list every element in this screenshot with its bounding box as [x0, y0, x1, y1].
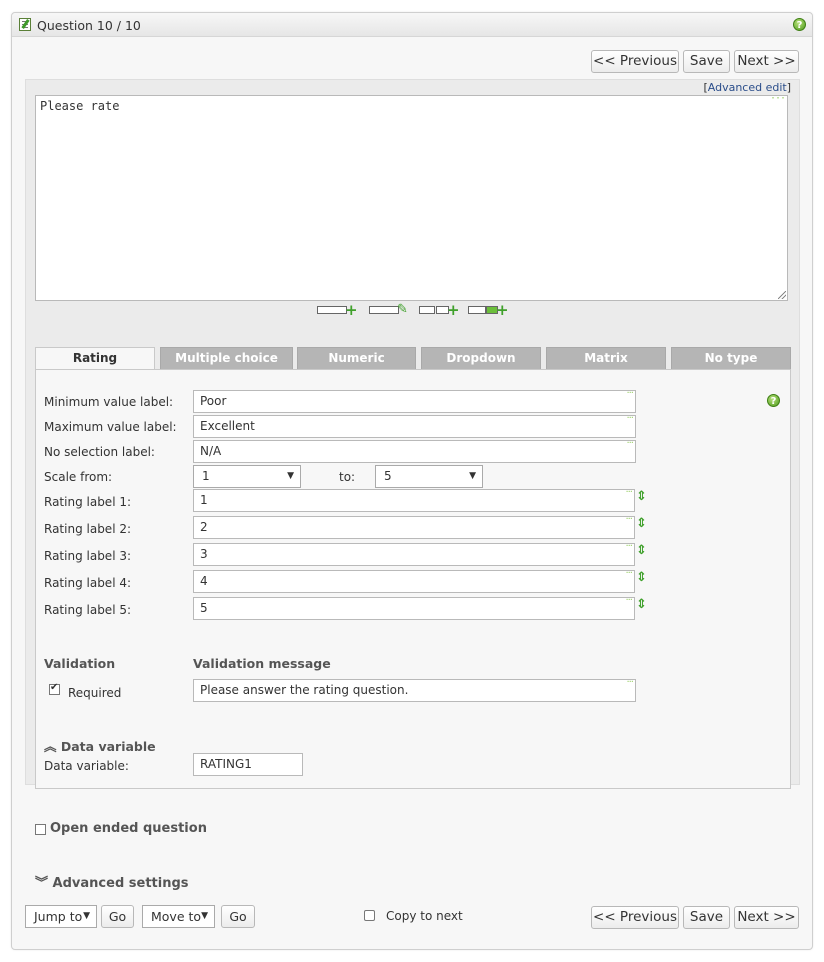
rating-help-icon[interactable]: ? — [767, 394, 780, 407]
reorder-arrows-icon[interactable]: ⇕ — [636, 571, 647, 591]
copy-to-next-checkbox[interactable] — [364, 910, 375, 921]
validation-heading: Validation — [44, 656, 116, 671]
panel-header: Question 10 / 10 ? — [12, 13, 812, 37]
jump-to-select[interactable]: Jump to ▼ — [25, 905, 97, 928]
scale-to-select[interactable]: 5 ▼ — [375, 465, 483, 488]
save-button-bottom[interactable]: Save — [683, 906, 730, 929]
rating-label-5-label: Rating label 5: — [44, 603, 132, 617]
previous-button[interactable]: << Previous — [591, 50, 679, 73]
question-text: Please rate — [40, 99, 120, 113]
scale-from-select[interactable]: 1 ▼ — [193, 465, 301, 488]
rating-label-1-input[interactable]: 1 ··· — [193, 487, 635, 512]
next-button-bottom[interactable]: Next >> — [734, 906, 799, 929]
tab-rating[interactable]: Rating — [35, 347, 155, 370]
move-to-select[interactable]: Move to ▼ — [142, 905, 215, 928]
validation-message-heading: Validation message — [193, 656, 331, 671]
tab-multiple-choice[interactable]: Multiple choice — [160, 347, 293, 369]
rating-label-4-input[interactable]: 4 ··· — [193, 568, 635, 593]
scale-from-label: Scale from: — [44, 470, 113, 484]
rating-label-4-label: Rating label 4: — [44, 576, 132, 590]
add-text-field-icon[interactable]: + — [317, 303, 359, 318]
tab-dropdown[interactable]: Dropdown — [421, 347, 541, 369]
page-title: Question 10 / 10 — [37, 18, 141, 33]
edit-field-icon[interactable]: ✎ — [369, 303, 411, 317]
add-image-field-icon[interactable]: + — [468, 303, 510, 318]
tab-numeric[interactable]: Numeric — [297, 347, 416, 369]
rating-label-5-input[interactable]: 5 ··· — [193, 595, 635, 620]
move-go-button[interactable]: Go — [221, 905, 255, 928]
validation-message-input[interactable]: Please answer the rating question. ··· — [193, 677, 636, 702]
no-selection-input[interactable]: N/A ··· — [193, 438, 636, 463]
advanced-settings-toggle[interactable]: ︾ Advanced settings — [35, 872, 189, 891]
min-value-input[interactable]: Poor ··· — [193, 388, 636, 413]
rating-label-3-input[interactable]: 3 ··· — [193, 541, 635, 566]
scale-to-label: to: — [339, 470, 356, 484]
open-ended-checkbox[interactable] — [35, 824, 46, 835]
previous-button-bottom[interactable]: << Previous — [591, 906, 679, 929]
data-variable-input[interactable]: RATING1 — [193, 753, 303, 776]
max-value-input[interactable]: Excellent ··· — [193, 413, 636, 438]
copy-to-next-label: Copy to next — [386, 909, 463, 923]
data-variable-label: Data variable: — [44, 759, 129, 773]
jump-go-button[interactable]: Go — [101, 905, 134, 928]
question-text-area[interactable]: Please rate ··· — [35, 93, 788, 301]
edit-question-icon — [19, 18, 31, 31]
min-value-label: Minimum value label: — [44, 395, 174, 409]
reorder-arrows-icon[interactable]: ⇕ — [636, 598, 647, 618]
max-value-label: Maximum value label: — [44, 420, 177, 434]
resize-handle-icon[interactable] — [778, 291, 786, 299]
tab-matrix[interactable]: Matrix — [546, 347, 666, 369]
required-checkbox[interactable] — [49, 682, 60, 695]
question-editor: [Advanced edit] Please rate ··· + ✎ + + … — [25, 79, 800, 891]
next-button[interactable]: Next >> — [734, 50, 799, 73]
data-variable-toggle[interactable]: ︽ Data variable — [44, 736, 156, 755]
rating-label-2-label: Rating label 2: — [44, 522, 132, 536]
help-icon[interactable]: ? — [793, 18, 806, 31]
rating-label-2-input[interactable]: 2 ··· — [193, 514, 635, 539]
rating-label-1-label: Rating label 1: — [44, 495, 132, 509]
open-ended-label[interactable]: Open ended question — [50, 821, 207, 836]
options-dots-icon[interactable]: ··· — [770, 93, 786, 104]
collapse-chevron-icon: ︽ — [44, 739, 57, 754]
required-label: Required — [68, 686, 122, 700]
reorder-arrows-icon[interactable]: ⇕ — [636, 517, 647, 537]
expand-chevron-icon: ︾ — [35, 876, 49, 891]
reorder-arrows-icon[interactable]: ⇕ — [636, 490, 647, 510]
add-list-field-icon[interactable]: + — [419, 303, 461, 318]
rating-tab-panel: ? Minimum value label: Poor ··· Maximum v… — [35, 369, 791, 789]
no-selection-label: No selection label: — [44, 445, 155, 459]
reorder-arrows-icon[interactable]: ⇕ — [636, 544, 647, 564]
rating-label-3-label: Rating label 3: — [44, 549, 132, 563]
save-button[interactable]: Save — [683, 50, 730, 73]
tab-no-type[interactable]: No type — [671, 347, 791, 369]
